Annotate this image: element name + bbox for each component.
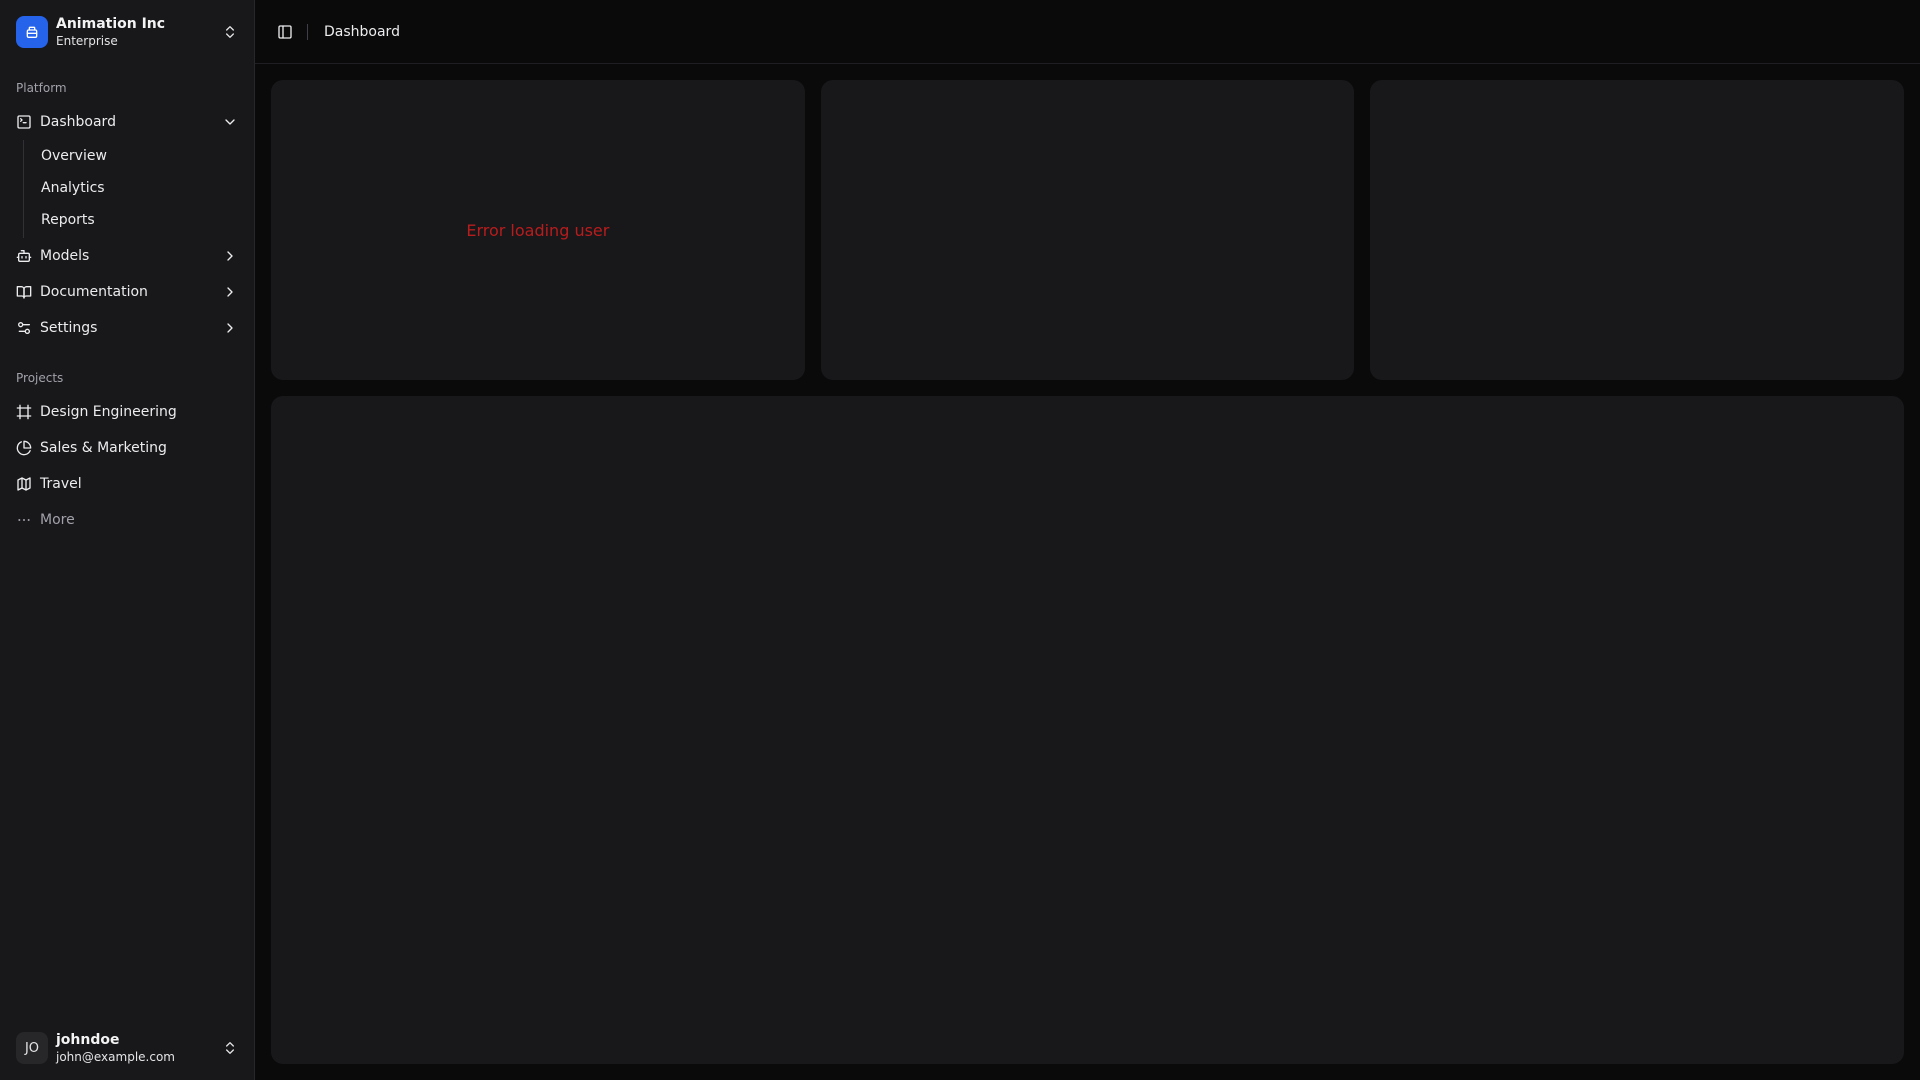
more-horizontal-icon	[18, 519, 30, 521]
project-more-button[interactable]: More	[0, 502, 254, 538]
project-item-sales-marketing[interactable]: Sales & Marketing	[0, 430, 254, 466]
sidebar-toggle-button[interactable]	[271, 18, 299, 46]
user-card: Error loading user	[271, 80, 805, 380]
placeholder-card	[1370, 80, 1905, 380]
sidebar-item-settings[interactable]: Settings	[0, 310, 254, 346]
card-row: Error loading user	[271, 80, 1905, 380]
chevron-right-icon	[227, 251, 233, 261]
project-item-design-engineering[interactable]: Design Engineering	[0, 394, 254, 430]
app-root: Animation Inc Enterprise Platform Dashbo…	[0, 0, 1920, 1080]
group-label-platform: Platform	[16, 81, 67, 95]
project-item-label: Design Engineering	[40, 404, 177, 420]
sidebar-subitem-reports[interactable]: Reports	[24, 204, 254, 236]
breadcrumb[interactable]: Dashboard	[324, 24, 400, 40]
sidebar-item-label: Models	[40, 248, 90, 264]
pie-chart-icon	[16, 440, 32, 456]
frame-icon	[16, 404, 32, 420]
sidebar-item-label: Settings	[40, 320, 98, 336]
user-email: john@example.com	[56, 1049, 175, 1064]
team-name: Animation Inc	[56, 15, 166, 32]
project-item-label: Sales & Marketing	[40, 440, 167, 456]
sidebar-item-label: Dashboard	[40, 114, 116, 130]
header-divider	[307, 23, 308, 40]
user-info: johndoe john@example.com	[56, 1032, 214, 1064]
error-message: Error loading user	[466, 220, 610, 240]
sidebar-item-label: Documentation	[40, 284, 148, 300]
team-info: Animation Inc Enterprise	[56, 16, 214, 48]
book-open-icon	[16, 286, 32, 299]
settings-sliders-icon	[17, 322, 30, 334]
user-name: johndoe	[56, 1031, 120, 1048]
top-bar: Dashboard	[255, 0, 1920, 64]
chevrons-up-down-icon	[226, 26, 234, 38]
sidebar-subitem-overview[interactable]: Overview	[24, 140, 254, 172]
placeholder-card	[820, 80, 1355, 380]
sidebar-item-documentation[interactable]: Documentation	[0, 274, 254, 310]
dashboard-content: Error loading user	[255, 64, 1920, 1080]
avatar: JO	[16, 1032, 48, 1064]
project-item-label: Travel	[40, 476, 82, 492]
sidebar-item-models[interactable]: Models	[0, 238, 254, 274]
group-label-projects: Projects	[16, 371, 64, 385]
bot-icon	[16, 250, 32, 262]
map-icon	[17, 477, 31, 491]
team-switcher[interactable]: Animation Inc Enterprise	[0, 0, 254, 64]
square-terminal-icon	[17, 115, 31, 129]
chevron-right-icon	[227, 323, 233, 333]
sidebar-subitem-analytics[interactable]: Analytics	[24, 172, 254, 204]
chevron-down-icon	[225, 119, 235, 125]
sidebar-item-dashboard[interactable]: Dashboard	[0, 104, 254, 140]
main-panel	[271, 396, 1904, 1064]
sidebar: Animation Inc Enterprise Platform Dashbo…	[0, 0, 255, 1080]
main-area: Dashboard Error loading user	[255, 0, 1920, 1080]
chevron-right-icon	[227, 287, 233, 297]
dashboard-submenu: Overview Analytics Reports	[23, 140, 254, 238]
team-plan: Enterprise	[56, 33, 118, 48]
chevrons-up-down-icon	[226, 1042, 234, 1054]
project-item-travel[interactable]: Travel	[0, 466, 254, 502]
team-logo-icon	[16, 16, 48, 48]
user-menu[interactable]: JO johndoe john@example.com	[0, 1016, 254, 1080]
panel-left-icon	[278, 24, 292, 39]
more-label: More	[40, 512, 75, 528]
